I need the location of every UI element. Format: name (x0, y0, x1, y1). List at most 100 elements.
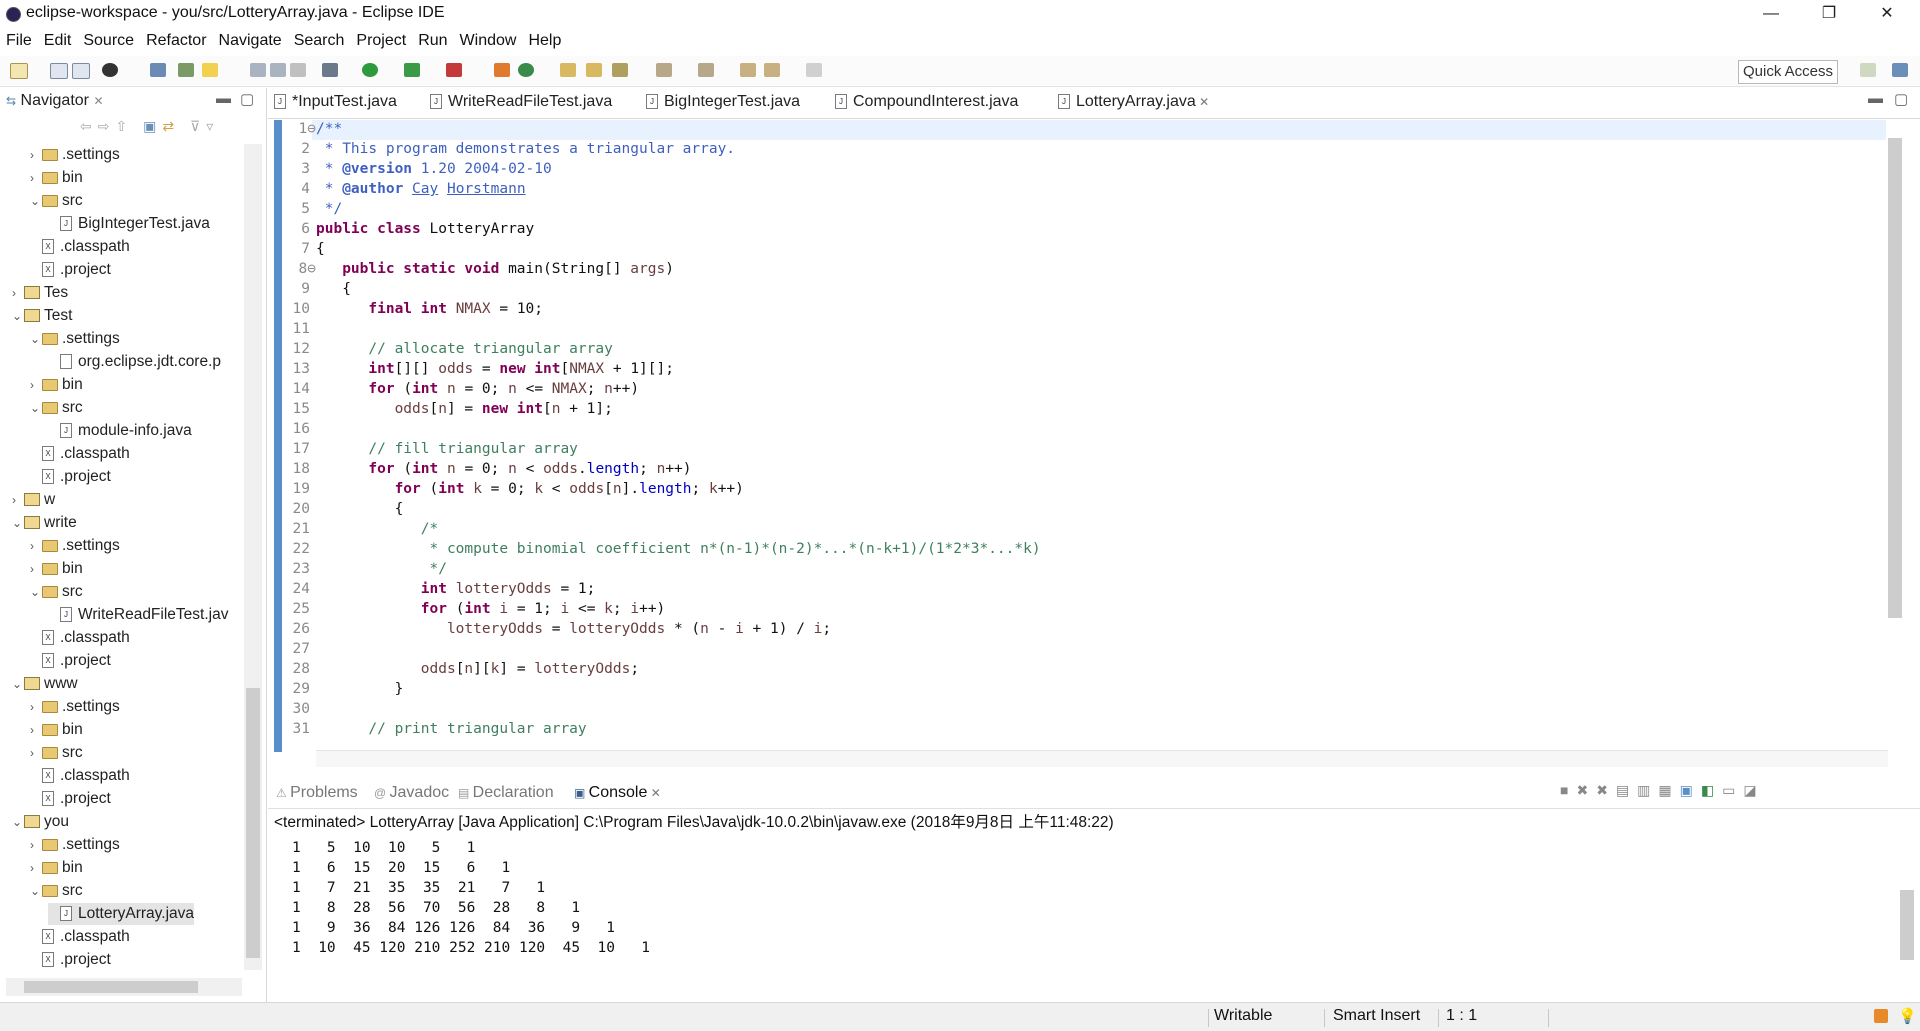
navigator-scroll-thumb[interactable] (246, 688, 260, 958)
toggle-mark-icon[interactable] (178, 63, 194, 77)
coverage-icon[interactable] (404, 63, 420, 77)
code-line[interactable]: lotteryOdds = lotteryOdds * (n - i + 1) … (316, 621, 831, 637)
code-line[interactable]: * @author Cay Horstmann (316, 181, 526, 197)
collapsed-chevron-icon[interactable]: › (12, 489, 24, 511)
code-line[interactable]: // fill triangular array (316, 441, 578, 457)
close-tab-icon[interactable]: ✕ (1196, 95, 1209, 109)
code-line[interactable]: } (316, 681, 404, 697)
open-type-icon[interactable] (560, 63, 576, 77)
code-line[interactable]: * @version 1.20 2004-02-10 (316, 161, 552, 177)
menu-source[interactable]: Source (77, 28, 140, 54)
code-line[interactable]: int lotteryOdds = 1; (316, 581, 596, 597)
code-line[interactable]: odds[n][k] = lotteryOdds; (316, 661, 639, 677)
bottom-tab[interactable]: @ Javadoc (374, 784, 449, 802)
menu-navigate[interactable]: Navigate (213, 28, 288, 54)
remove-all-icon[interactable]: ✖ (1596, 782, 1616, 798)
collapsed-chevron-icon[interactable]: › (30, 696, 42, 718)
restore-button[interactable]: ❐ (1806, 0, 1852, 28)
code-editor[interactable]: 1⊖/** 2 * This program demonstrates a tri… (268, 120, 1904, 767)
navigator-item[interactable]: ⌄ src (30, 581, 83, 603)
expanded-chevron-icon[interactable]: ⌄ (12, 673, 24, 695)
collapse-all-icon[interactable]: ▣ (143, 118, 162, 134)
open-perspective-icon[interactable] (1860, 63, 1876, 77)
view-menu-icon[interactable]: ▿ (206, 118, 219, 134)
navigator-item[interactable]: X .classpath (30, 765, 130, 787)
editor-horizontal-scrollbar[interactable] (316, 750, 1888, 767)
code-line[interactable]: { (316, 281, 351, 297)
show-whitespace-icon[interactable] (270, 63, 286, 77)
menu-window[interactable]: Window (454, 28, 523, 54)
debug-icon[interactable] (322, 63, 338, 77)
terminate-icon[interactable]: ■ (1560, 782, 1576, 798)
navigator-item[interactable]: ⌄ Test (12, 305, 72, 327)
minimize-view-icon[interactable]: ▬ (216, 90, 231, 107)
code-line[interactable]: /* (316, 521, 438, 537)
code-line[interactable]: /** (316, 121, 342, 137)
search-icon[interactable] (612, 63, 628, 77)
next-annotation-icon[interactable] (656, 63, 672, 77)
navigator-item[interactable]: J LotteryArray.java (48, 903, 195, 925)
navigator-item[interactable]: X .project (30, 949, 111, 971)
collapsed-chevron-icon[interactable]: › (30, 144, 42, 166)
menu-project[interactable]: Project (350, 28, 412, 54)
editor-tab[interactable]: J *InputTest.java (274, 93, 397, 111)
navigator-item[interactable]: X .classpath (30, 236, 130, 258)
navigator-item[interactable]: org.eclipse.jdt.core.p (48, 351, 221, 373)
navigator-item[interactable]: › Tes (12, 282, 68, 304)
collapsed-chevron-icon[interactable]: › (30, 535, 42, 557)
editor-tab[interactable]: J BigIntegerTest.java (646, 93, 800, 111)
navigator-item[interactable]: › bin (30, 719, 83, 741)
navigator-item[interactable]: › .settings (30, 834, 120, 856)
code-line[interactable]: // allocate triangular array (316, 341, 612, 357)
collapsed-chevron-icon[interactable]: › (30, 558, 42, 580)
code-line[interactable]: public static void main(String[] args) (316, 261, 674, 277)
code-line[interactable]: for (int k = 0; k < odds[n].length; k++) (316, 481, 744, 497)
collapsed-chevron-icon[interactable]: › (30, 742, 42, 764)
menu-edit[interactable]: Edit (38, 28, 78, 54)
code-line[interactable]: * This program demonstrates a triangular… (316, 141, 735, 157)
collapsed-chevron-icon[interactable]: › (30, 857, 42, 879)
code-line[interactable]: public class LotteryArray (316, 221, 534, 237)
close-tab-icon[interactable]: ✕ (647, 786, 661, 800)
code-line[interactable]: int[][] odds = new int[NMAX + 1][]; (316, 361, 674, 377)
highlight-icon[interactable] (202, 63, 218, 77)
navigator-item[interactable]: › w (12, 489, 55, 511)
editor-tab[interactable]: J CompoundInterest.java (835, 93, 1018, 111)
maximize-editor-icon[interactable]: ▢ (1894, 90, 1908, 108)
bottom-tab[interactable]: ⚠ Problems (276, 784, 358, 802)
navigator-item[interactable]: › bin (30, 857, 83, 879)
menu-file[interactable]: File (0, 28, 38, 54)
navigator-item[interactable]: › bin (30, 374, 83, 396)
navigator-item[interactable]: ⌄ src (30, 397, 83, 419)
tip-icon[interactable]: 💡 (1898, 1007, 1917, 1025)
navigator-item[interactable]: X .project (30, 788, 111, 810)
collapsed-chevron-icon[interactable]: › (30, 374, 42, 396)
navigator-item[interactable]: Jmodule-info.java (48, 420, 192, 442)
code-line[interactable]: for (int i = 1; i <= k; i++) (316, 601, 666, 617)
rss-icon[interactable] (1874, 1009, 1888, 1023)
close-icon[interactable]: ✕ (93, 94, 103, 108)
code-line[interactable]: for (int n = 0; n < odds.length; n++) (316, 461, 691, 477)
navigator-item[interactable]: › .settings (30, 144, 120, 166)
navigator-item[interactable]: J BigIntegerTest.java (48, 213, 210, 235)
new-class-icon[interactable] (518, 63, 534, 77)
expanded-chevron-icon[interactable]: ⌄ (30, 397, 42, 419)
expanded-chevron-icon[interactable]: ⌄ (12, 512, 24, 534)
navigator-item[interactable]: X .project (30, 259, 111, 281)
console-scroll-thumb[interactable] (1900, 890, 1914, 960)
navigator-item[interactable]: ⌄ write (12, 512, 77, 534)
new-java-project-icon[interactable] (494, 63, 510, 77)
navigator-item[interactable]: › .settings (30, 696, 120, 718)
navigator-item[interactable]: X .classpath (30, 627, 130, 649)
new-icon[interactable] (10, 63, 28, 79)
navigator-item[interactable]: › bin (30, 558, 83, 580)
navigator-item[interactable]: ⌄ src (30, 190, 83, 212)
navigator-item[interactable]: X .project (30, 650, 111, 672)
show-on-output-icon[interactable]: ▣ (1680, 782, 1701, 798)
navigator-item[interactable]: › bin (30, 167, 83, 189)
java-perspective-icon[interactable] (1892, 63, 1908, 77)
back-icon[interactable] (764, 63, 780, 77)
minimize-editor-icon[interactable]: ▬ (1868, 90, 1883, 107)
expanded-chevron-icon[interactable]: ⌄ (30, 190, 42, 212)
back-nav-icon[interactable]: ⇦ (80, 118, 98, 134)
